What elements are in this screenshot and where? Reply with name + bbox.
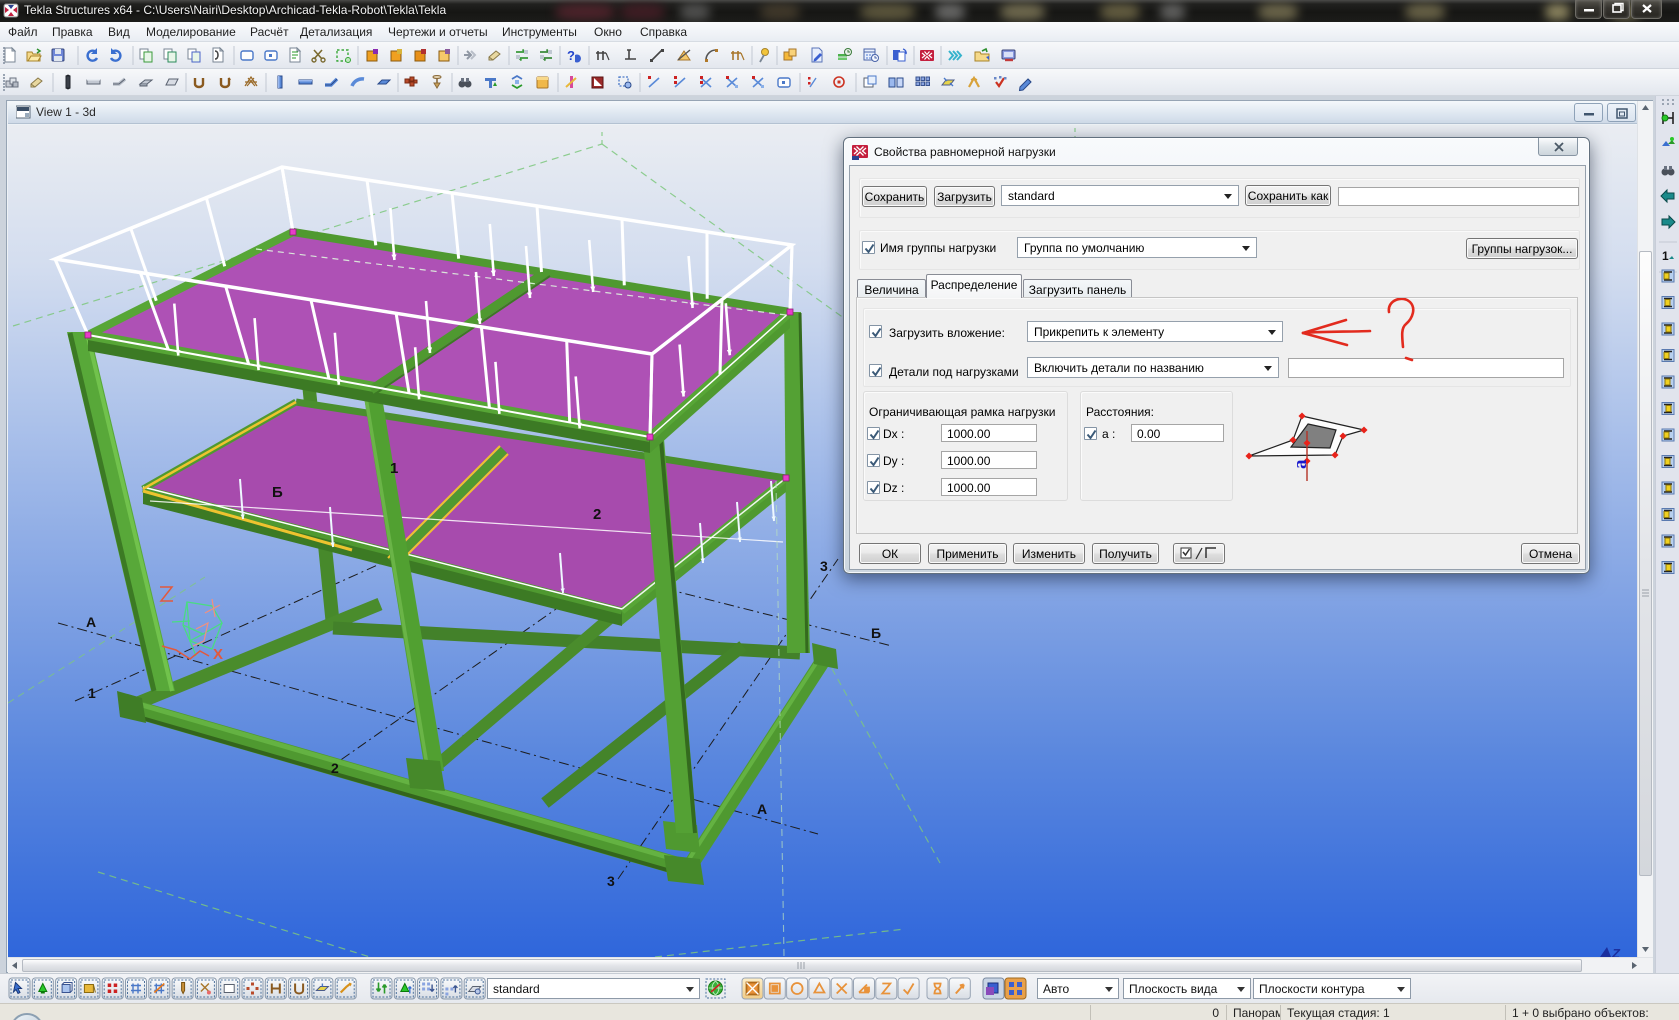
svg-text:1: 1 [1662, 249, 1669, 263]
svg-text:3: 3 [820, 558, 828, 574]
svg-text:X: X [213, 646, 223, 663]
svg-text:?: ? [567, 48, 575, 63]
svg-text:1: 1 [390, 460, 398, 477]
svg-text:2: 2 [331, 760, 339, 776]
svg-text:А: А [86, 614, 96, 630]
svg-text:3: 3 [607, 873, 615, 889]
svg-text:Z: Z [1611, 946, 1621, 957]
svg-text:А: А [757, 801, 767, 817]
svg-text:1: 1 [88, 685, 96, 701]
svg-text:a: a [1290, 459, 1311, 469]
svg-text:Б: Б [272, 484, 283, 501]
svg-text:Б: Б [871, 625, 881, 641]
svg-text:2: 2 [593, 506, 601, 523]
